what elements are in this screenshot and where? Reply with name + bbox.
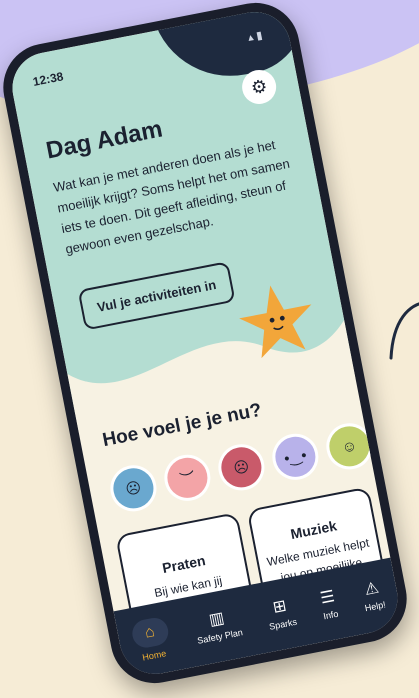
nav-label: Info (322, 608, 340, 622)
mood-neutral-button[interactable]: •‿• (268, 429, 323, 484)
status-icons: ▴ ▮ (246, 29, 264, 45)
app-screen: 12:38 ▴ ▮ ⚙ Dag Adam Wat kan je met ande… (6, 5, 404, 681)
nav-sparks[interactable]: ⊞ Sparks (265, 597, 298, 632)
grid-icon: ⊞ (271, 597, 288, 617)
nav-label: Help! (363, 599, 387, 614)
mood-very-sad-button[interactable]: ☹ (106, 461, 161, 516)
list-icon: ☰ (318, 588, 337, 608)
nav-home[interactable]: ⌂ Home (129, 615, 173, 664)
nav-label: Home (141, 648, 167, 663)
decorative-squiggle (389, 302, 419, 360)
home-icon: ⌂ (143, 623, 157, 642)
nav-info[interactable]: ☰ Info (318, 588, 340, 622)
star-mascot-icon (239, 285, 312, 359)
card-title: Praten (160, 552, 207, 577)
nav-safety-plan[interactable]: ▥ Safety Plan (193, 608, 244, 646)
card-title: Muziek (289, 517, 339, 543)
nav-label: Safety Plan (196, 627, 244, 646)
warning-icon: ⚠ (363, 579, 381, 599)
map-icon: ▥ (207, 609, 226, 630)
phone-frame: 12:38 ▴ ▮ ⚙ Dag Adam Wat kan je met ande… (0, 0, 415, 691)
mood-sad-button[interactable]: ︶ (160, 450, 215, 505)
mood-upset-button[interactable]: ☹ (214, 440, 269, 495)
gear-icon: ⚙ (249, 75, 269, 98)
nav-help[interactable]: ⚠ Help! (360, 579, 387, 614)
mood-happy-button[interactable]: ☺ (322, 419, 377, 474)
nav-label: Sparks (268, 616, 298, 632)
